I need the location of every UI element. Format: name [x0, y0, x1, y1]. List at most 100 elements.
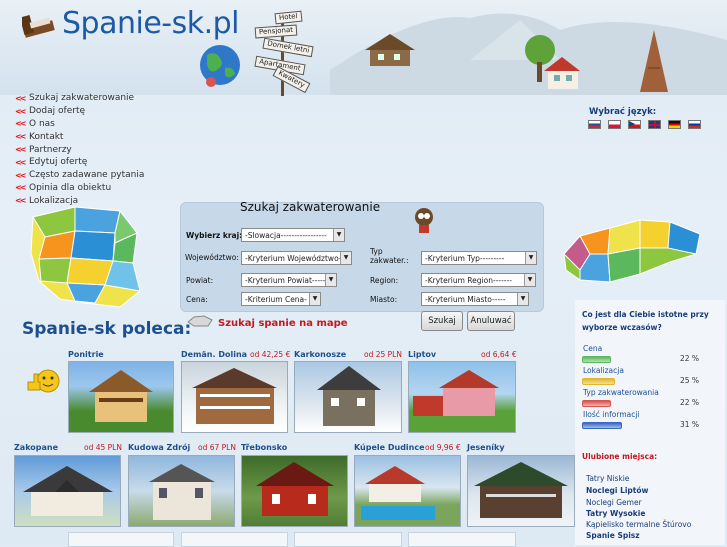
menu-item-edit-offer[interactable]: << Edytuj ofertę: [15, 156, 144, 169]
tower-illustration: [640, 30, 668, 92]
survey-option-bar: [582, 422, 622, 429]
photo-liptov[interactable]: [408, 361, 516, 433]
survey-option-percent: 22 %: [680, 398, 700, 407]
sign-hotel: Hotel: [274, 10, 303, 25]
tile-name[interactable]: Kudowa Zdrój: [128, 443, 190, 452]
recommend-title: Spanie-sk poleca:: [22, 319, 192, 339]
chevron-down-icon: ▼: [325, 274, 336, 286]
chevron-down-icon: ▼: [524, 274, 535, 286]
hotel-photo: [192, 368, 277, 424]
globe-icon: [200, 45, 240, 87]
photo-kudowa-zdroj[interactable]: [128, 455, 235, 527]
chevron-down-icon: ▼: [333, 229, 344, 241]
photo-ponitrie[interactable]: [68, 361, 174, 433]
tile-name[interactable]: Demän. Dolina: [181, 350, 247, 359]
tile-name[interactable]: Ponitrie: [68, 350, 104, 359]
poland-map[interactable]: [25, 203, 147, 311]
accommodation-type-select[interactable]: -Kryterium Typ--------- ▼: [421, 251, 537, 265]
menu-item-partners[interactable]: << Partnerzy: [15, 143, 144, 156]
tile-name[interactable]: Zakopane: [14, 443, 58, 452]
region-select[interactable]: -Kryterium Region------- ▼: [421, 273, 536, 287]
menu-item-review[interactable]: << Opinia dla obiektu: [15, 182, 144, 195]
photo-kupele-dudince[interactable]: [354, 455, 461, 527]
bed-icon: [22, 15, 55, 38]
tile-price: od 42,25 €: [250, 350, 291, 359]
tile-name[interactable]: Karkonosze: [294, 350, 346, 359]
survey-option-label[interactable]: Lokalizacja: [583, 366, 624, 375]
favorite-link[interactable]: Kąpielisko termalne Štúrovo: [586, 520, 691, 529]
double-arrow-icon: <<: [15, 145, 26, 155]
menu-item-contact[interactable]: << Kontakt: [15, 130, 144, 143]
photo-karkonosze[interactable]: [294, 361, 402, 433]
menu-item-add-offer[interactable]: << Dodaj ofertę: [15, 105, 144, 118]
photo-trebonsko[interactable]: [241, 455, 348, 527]
county-select[interactable]: -Kryterium Powiat----- ▼: [241, 273, 337, 287]
price-label: Cena:: [186, 295, 208, 304]
price-select[interactable]: -Kriterium Cena- ▼: [241, 292, 321, 306]
signpost: Hotel Pensjonat Domek letni Apartament K…: [245, 8, 325, 96]
double-arrow-icon: <<: [15, 157, 26, 167]
double-arrow-icon: <<: [15, 132, 26, 142]
tile-name[interactable]: Třebonsko: [241, 443, 287, 452]
pool-house-photo: [361, 466, 435, 520]
flag-cz-icon[interactable]: [628, 120, 641, 129]
search-button[interactable]: Szukaj: [421, 311, 463, 331]
flag-ru-icon[interactable]: [688, 120, 701, 129]
double-arrow-icon: <<: [15, 106, 26, 116]
voivodeship-label: Województwo:: [185, 253, 239, 262]
city-label: Miasto:: [370, 295, 398, 304]
chevron-down-icon: ▼: [309, 293, 320, 305]
double-arrow-icon: <<: [15, 119, 26, 129]
menu-item-search[interactable]: << Szukaj zakwaterowanie: [15, 92, 144, 105]
cabin-illustration: [365, 34, 415, 66]
favorite-link[interactable]: Spanie Spisz: [586, 531, 640, 540]
thumbs-up-icon: [27, 369, 60, 393]
type-label-line1: Typ: [370, 247, 383, 256]
photo-zakopane[interactable]: [14, 455, 121, 527]
flag-pl-icon[interactable]: [608, 120, 621, 129]
tile-price: od 9,96 €: [425, 443, 461, 452]
chevron-down-icon: ▼: [517, 293, 528, 305]
tile-price: od 25 PLN: [364, 350, 402, 359]
flag-de-icon[interactable]: [668, 120, 681, 129]
favorite-link[interactable]: Noclegi Liptów: [586, 486, 648, 495]
red-cottage-photo: [256, 462, 334, 516]
chevron-down-icon: ▼: [525, 252, 536, 264]
highland-house-photo: [23, 466, 113, 516]
favorite-link[interactable]: Noclegi Gemer: [586, 498, 642, 507]
menu-item-about[interactable]: << O nas: [15, 118, 144, 131]
tile-name[interactable]: Jeseníky: [467, 443, 505, 452]
favorite-link[interactable]: Tatry Niskie: [586, 474, 629, 483]
search-on-map-link[interactable]: Szukaj spanie na mape: [218, 318, 348, 329]
survey-option-label[interactable]: Cena: [583, 344, 602, 353]
survey-option-label[interactable]: Typ zakwaterowania: [583, 388, 659, 397]
main-menu: << Szukaj zakwaterowanie << Dodaj ofertę <…: [15, 92, 144, 207]
favorites-title: Ulubione miejsca:: [582, 452, 658, 461]
photo-jeseniky[interactable]: [467, 455, 575, 527]
menu-item-faq[interactable]: << Często zadawane pytania: [15, 169, 144, 182]
house-illustration: [544, 57, 580, 89]
language-label: Wybrać język:: [589, 107, 657, 117]
survey-option-label[interactable]: Ilość informacji: [583, 410, 640, 419]
flag-en-icon[interactable]: [648, 120, 661, 129]
chevron-down-icon: ▼: [340, 252, 351, 264]
county-label: Powiat:: [186, 276, 214, 285]
flag-sk-icon[interactable]: [588, 120, 601, 129]
tile-name[interactable]: Liptov: [408, 350, 436, 359]
cancel-button[interactable]: Anuluwać: [467, 311, 515, 331]
sign-domek: Domek letni: [262, 37, 315, 58]
slovakia-map[interactable]: [560, 214, 705, 292]
tile-price: od 67 PLN: [198, 443, 236, 452]
sign-pensjonat: Pensjonat: [254, 24, 298, 39]
country-select[interactable]: -Slowacja----------------- ▼: [241, 228, 345, 242]
double-arrow-icon: <<: [15, 170, 26, 180]
tile-name[interactable]: Kúpele Dudince: [354, 443, 425, 452]
survey-option-percent: 25 %: [680, 376, 700, 385]
double-arrow-icon: <<: [15, 183, 26, 193]
city-select[interactable]: -Kryterium Miasto----- ▼: [421, 292, 529, 306]
photo-demanovska-dolina[interactable]: [181, 361, 288, 433]
voivodeship-select[interactable]: -Kryterium Województwo- ▼: [241, 251, 352, 265]
site-logo[interactable]: Spanie-sk.pl: [62, 6, 240, 41]
mascot-icon: [415, 208, 433, 233]
favorite-link[interactable]: Tatry Wysokie: [586, 509, 645, 518]
